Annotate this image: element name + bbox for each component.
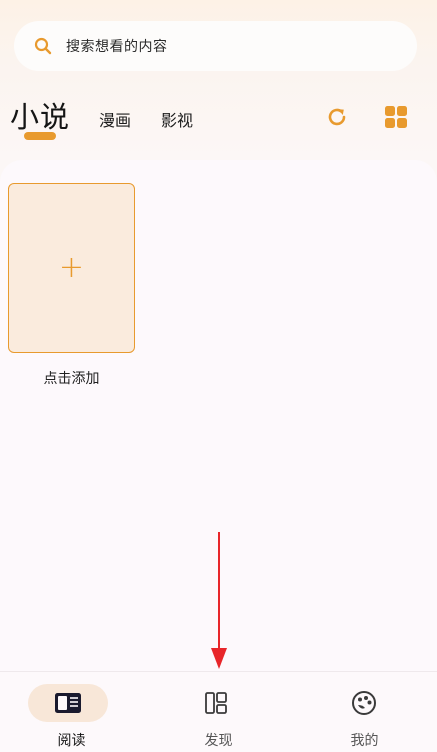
- search-placeholder: 搜索想看的内容: [66, 39, 168, 55]
- layout-button[interactable]: [383, 104, 409, 130]
- nav-discover-label: 发现: [204, 733, 233, 749]
- category-tabs: 小说 漫画 影视: [10, 90, 427, 146]
- bottom-navigation: 阅读 发现 我的: [0, 671, 437, 752]
- annotation-arrow: [211, 532, 227, 669]
- nav-discover[interactable]: 发现: [146, 672, 291, 752]
- add-book-card[interactable]: +: [8, 183, 135, 353]
- nav-read[interactable]: 阅读: [0, 672, 145, 752]
- nav-read-label: 阅读: [57, 733, 86, 749]
- nav-mine[interactable]: 我的: [292, 672, 437, 752]
- book-icon: [55, 693, 81, 713]
- layout-icon: [205, 692, 227, 714]
- search-icon: [34, 37, 52, 55]
- refresh-icon: [328, 108, 346, 126]
- palette-icon: [352, 691, 376, 715]
- plus-icon: +: [58, 250, 85, 285]
- grid-icon: [385, 106, 407, 128]
- nav-discover-pill: [176, 684, 256, 722]
- tab-novel[interactable]: 小说: [10, 94, 70, 136]
- nav-mine-label: 我的: [350, 733, 379, 749]
- search-bar[interactable]: 搜索想看的内容: [14, 21, 417, 71]
- nav-mine-pill: [324, 684, 404, 722]
- refresh-button[interactable]: [324, 104, 350, 130]
- tab-video[interactable]: 影视: [161, 107, 193, 131]
- tab-comic[interactable]: 漫画: [99, 107, 131, 131]
- active-tab-indicator: [24, 132, 56, 140]
- add-book-label: 点击添加: [43, 371, 100, 387]
- nav-read-pill: [28, 684, 108, 722]
